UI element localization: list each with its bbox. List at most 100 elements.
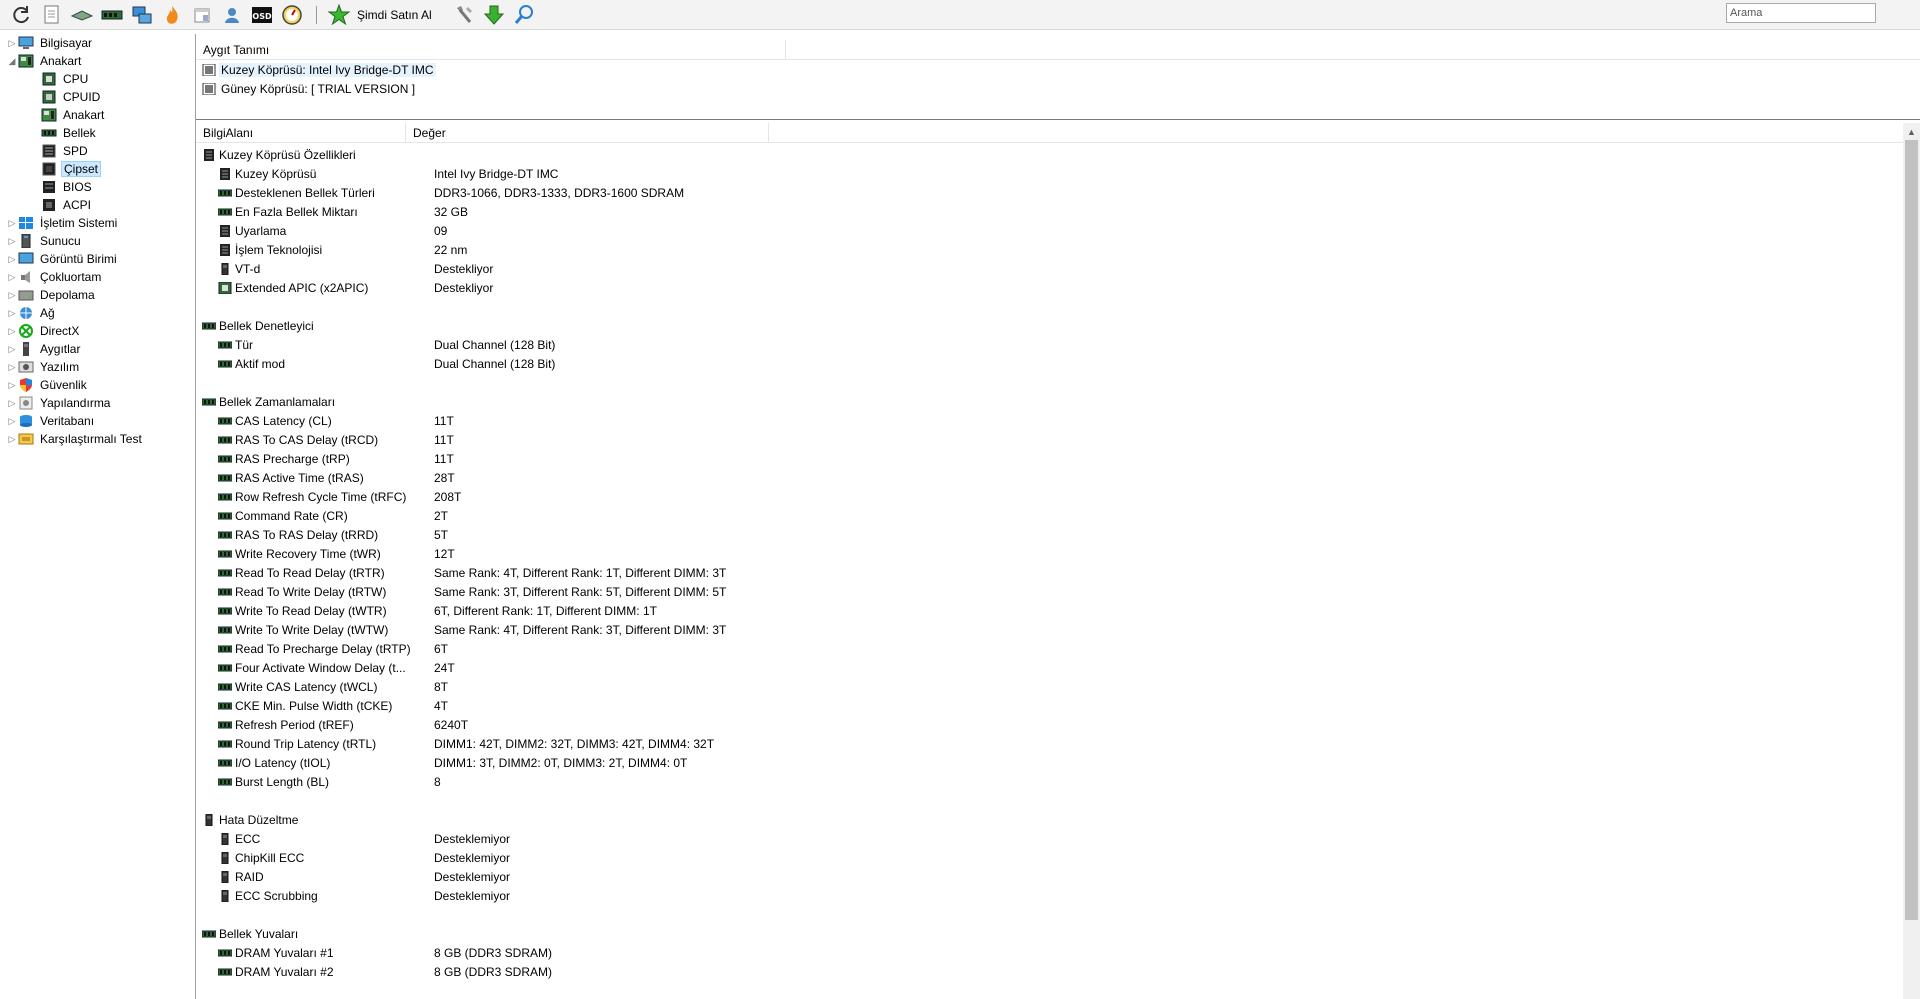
table-row[interactable]: Round Trip Latency (tRTL) DIMM1: 42T, DIM…	[196, 734, 1896, 753]
table-row[interactable]: ECC Scrubbing Desteklemiyor	[196, 886, 1896, 905]
expand-icon[interactable]: ▷	[6, 376, 18, 394]
tree-item-4[interactable]: Anakart	[0, 106, 195, 124]
search-input[interactable]	[1726, 3, 1876, 23]
tree-item-17[interactable]: ▷ Aygıtlar	[0, 340, 195, 358]
table-row[interactable]: Read To Precharge Delay (tRTP) 6T	[196, 639, 1896, 658]
table-row[interactable]: Write To Read Delay (tWTR) 6T, Different …	[196, 601, 1896, 620]
group-header-row[interactable]: Bellek Yuvaları	[196, 924, 1896, 943]
search-icon[interactable]	[510, 1, 538, 29]
tools-icon[interactable]	[450, 1, 478, 29]
tree-item-19[interactable]: ▷ Güvenlik	[0, 376, 195, 394]
tree-item-13[interactable]: ▷ Çokluortam	[0, 268, 195, 286]
tree-item-22[interactable]: ▷ Karşılaştırmalı Test	[0, 430, 195, 448]
tree-item-8[interactable]: BIOS	[0, 178, 195, 196]
buy-star-icon[interactable]	[325, 1, 353, 29]
gauge-icon[interactable]	[278, 1, 306, 29]
expand-icon[interactable]: ▷	[6, 340, 18, 358]
tree-item-12[interactable]: ▷ Görüntü Birimi	[0, 250, 195, 268]
table-row[interactable]: RAS To CAS Delay (tRCD) 11T	[196, 430, 1896, 449]
tree-item-11[interactable]: ▷ Sunucu	[0, 232, 195, 250]
group-header-row[interactable]: Kuzey Köprüsü Özellikleri	[196, 145, 1896, 164]
osd-icon[interactable]: OSD	[248, 1, 276, 29]
table-row[interactable]: Read To Read Delay (tRTR) Same Rank: 4T, …	[196, 563, 1896, 582]
report-icon[interactable]	[38, 1, 66, 29]
device-row[interactable]: Güney Köprüsü: [ TRIAL VERSION ]	[196, 79, 1920, 98]
group-header-row[interactable]: Bellek Zamanlamaları	[196, 392, 1896, 411]
table-row[interactable]: DRAM Yuvaları #2 8 GB (DDR3 SDRAM)	[196, 962, 1896, 981]
expand-icon[interactable]: ▷	[6, 412, 18, 430]
column-value-header[interactable]: Değer	[406, 122, 769, 143]
table-row[interactable]: Kuzey Köprüsü Intel Ivy Bridge-DT IMC	[196, 164, 1896, 183]
table-row[interactable]: Write To Write Delay (tWTW) Same Rank: 4T…	[196, 620, 1896, 639]
table-row[interactable]: RAID Desteklemiyor	[196, 867, 1896, 886]
collapse-icon[interactable]: ◢	[6, 52, 18, 70]
table-row[interactable]: Refresh Period (tREF) 6240T	[196, 715, 1896, 734]
expand-icon[interactable]: ▷	[6, 250, 18, 268]
calendar-icon[interactable]	[188, 1, 216, 29]
expand-icon[interactable]: ▷	[6, 232, 18, 250]
tree-item-20[interactable]: ▷ Yapılandırma	[0, 394, 195, 412]
table-row[interactable]: Write CAS Latency (tWCL) 8T	[196, 677, 1896, 696]
table-row[interactable]: RAS To RAS Delay (tRRD) 5T	[196, 525, 1896, 544]
vertical-scrollbar[interactable]: ▲	[1903, 123, 1920, 999]
table-row[interactable]: RAS Active Time (tRAS) 28T	[196, 468, 1896, 487]
expand-icon[interactable]: ▷	[6, 322, 18, 340]
tree-item-5[interactable]: Bellek	[0, 124, 195, 142]
table-row[interactable]: En Fazla Bellek Miktarı 32 GB	[196, 202, 1896, 221]
flame-icon[interactable]	[158, 1, 186, 29]
table-row[interactable]: İşlem Teknolojisi 22 nm	[196, 240, 1896, 259]
tree-item-15[interactable]: ▷ Ağ	[0, 304, 195, 322]
table-row[interactable]: Aktif mod Dual Channel (128 Bit)	[196, 354, 1896, 373]
expand-icon[interactable]: ▷	[6, 286, 18, 304]
expand-icon[interactable]: ▷	[6, 430, 18, 448]
tree-item-14[interactable]: ▷ Depolama	[0, 286, 195, 304]
table-row[interactable]: RAS Precharge (tRP) 11T	[196, 449, 1896, 468]
table-row[interactable]: VT-d Destekliyor	[196, 259, 1896, 278]
scrollbar-thumb[interactable]	[1905, 140, 1918, 920]
scroll-up-icon[interactable]: ▲	[1903, 123, 1920, 140]
refresh-icon[interactable]	[8, 1, 36, 29]
buy-now-button[interactable]: Şimdi Satın Al	[357, 8, 432, 22]
tree-item-16[interactable]: ▷ DirectX	[0, 322, 195, 340]
table-row[interactable]: Read To Write Delay (tRTW) Same Rank: 3T,…	[196, 582, 1896, 601]
table-row[interactable]: Command Rate (CR) 2T	[196, 506, 1896, 525]
group-header-row[interactable]: Bellek Denetleyici	[196, 316, 1896, 335]
table-row[interactable]: Tür Dual Channel (128 Bit)	[196, 335, 1896, 354]
table-row[interactable]: Desteklenen Bellek Türleri DDR3-1066, DDR…	[196, 183, 1896, 202]
expand-icon[interactable]: ▷	[6, 304, 18, 322]
memory-icon[interactable]	[98, 1, 126, 29]
table-row[interactable]: Write Recovery Time (tWR) 12T	[196, 544, 1896, 563]
tree-item-7[interactable]: Çipset	[0, 160, 195, 178]
expand-icon[interactable]: ▷	[6, 358, 18, 376]
table-row[interactable]: CKE Min. Pulse Width (tCKE) 4T	[196, 696, 1896, 715]
table-row[interactable]: ChipKill ECC Desteklemiyor	[196, 848, 1896, 867]
table-row[interactable]: I/O Latency (tIOL) DIMM1: 3T, DIMM2: 0T, …	[196, 753, 1896, 772]
network-icon[interactable]	[128, 1, 156, 29]
expand-icon[interactable]: ▷	[6, 34, 18, 52]
tree-item-1[interactable]: ◢ Anakart	[0, 52, 195, 70]
expand-icon[interactable]: ▷	[6, 394, 18, 412]
table-row[interactable]: Four Activate Window Delay (t... 24T	[196, 658, 1896, 677]
table-row[interactable]: DRAM Yuvaları #1 8 GB (DDR3 SDRAM)	[196, 943, 1896, 962]
motherboard-icon[interactable]	[68, 1, 96, 29]
column-field-header[interactable]: BilgiAlanı	[196, 122, 406, 143]
tree-item-9[interactable]: ACPI	[0, 196, 195, 214]
table-row[interactable]: Uyarlama 09	[196, 221, 1896, 240]
expand-icon[interactable]: ▷	[6, 214, 18, 232]
group-header-row[interactable]: Hata Düzeltme	[196, 810, 1896, 829]
tree-item-6[interactable]: SPD	[0, 142, 195, 160]
device-row[interactable]: Kuzey Köprüsü: Intel Ivy Bridge-DT IMC	[196, 60, 1920, 79]
user-icon[interactable]	[218, 1, 246, 29]
tree-item-10[interactable]: ▷ İşletim Sistemi	[0, 214, 195, 232]
tree-item-3[interactable]: CPUID	[0, 88, 195, 106]
device-header-label[interactable]: Aygıt Tanımı	[196, 39, 786, 60]
expand-icon[interactable]: ▷	[6, 268, 18, 286]
tree-item-21[interactable]: ▷ Veritabanı	[0, 412, 195, 430]
tree-item-18[interactable]: ▷ Yazılım	[0, 358, 195, 376]
table-row[interactable]: Extended APIC (x2APIC) Destekliyor	[196, 278, 1896, 297]
tree-item-2[interactable]: CPU	[0, 70, 195, 88]
table-row[interactable]: ECC Desteklemiyor	[196, 829, 1896, 848]
table-row[interactable]: CAS Latency (CL) 11T	[196, 411, 1896, 430]
table-row[interactable]: Row Refresh Cycle Time (tRFC) 208T	[196, 487, 1896, 506]
tree-item-0[interactable]: ▷ Bilgisayar	[0, 34, 195, 52]
